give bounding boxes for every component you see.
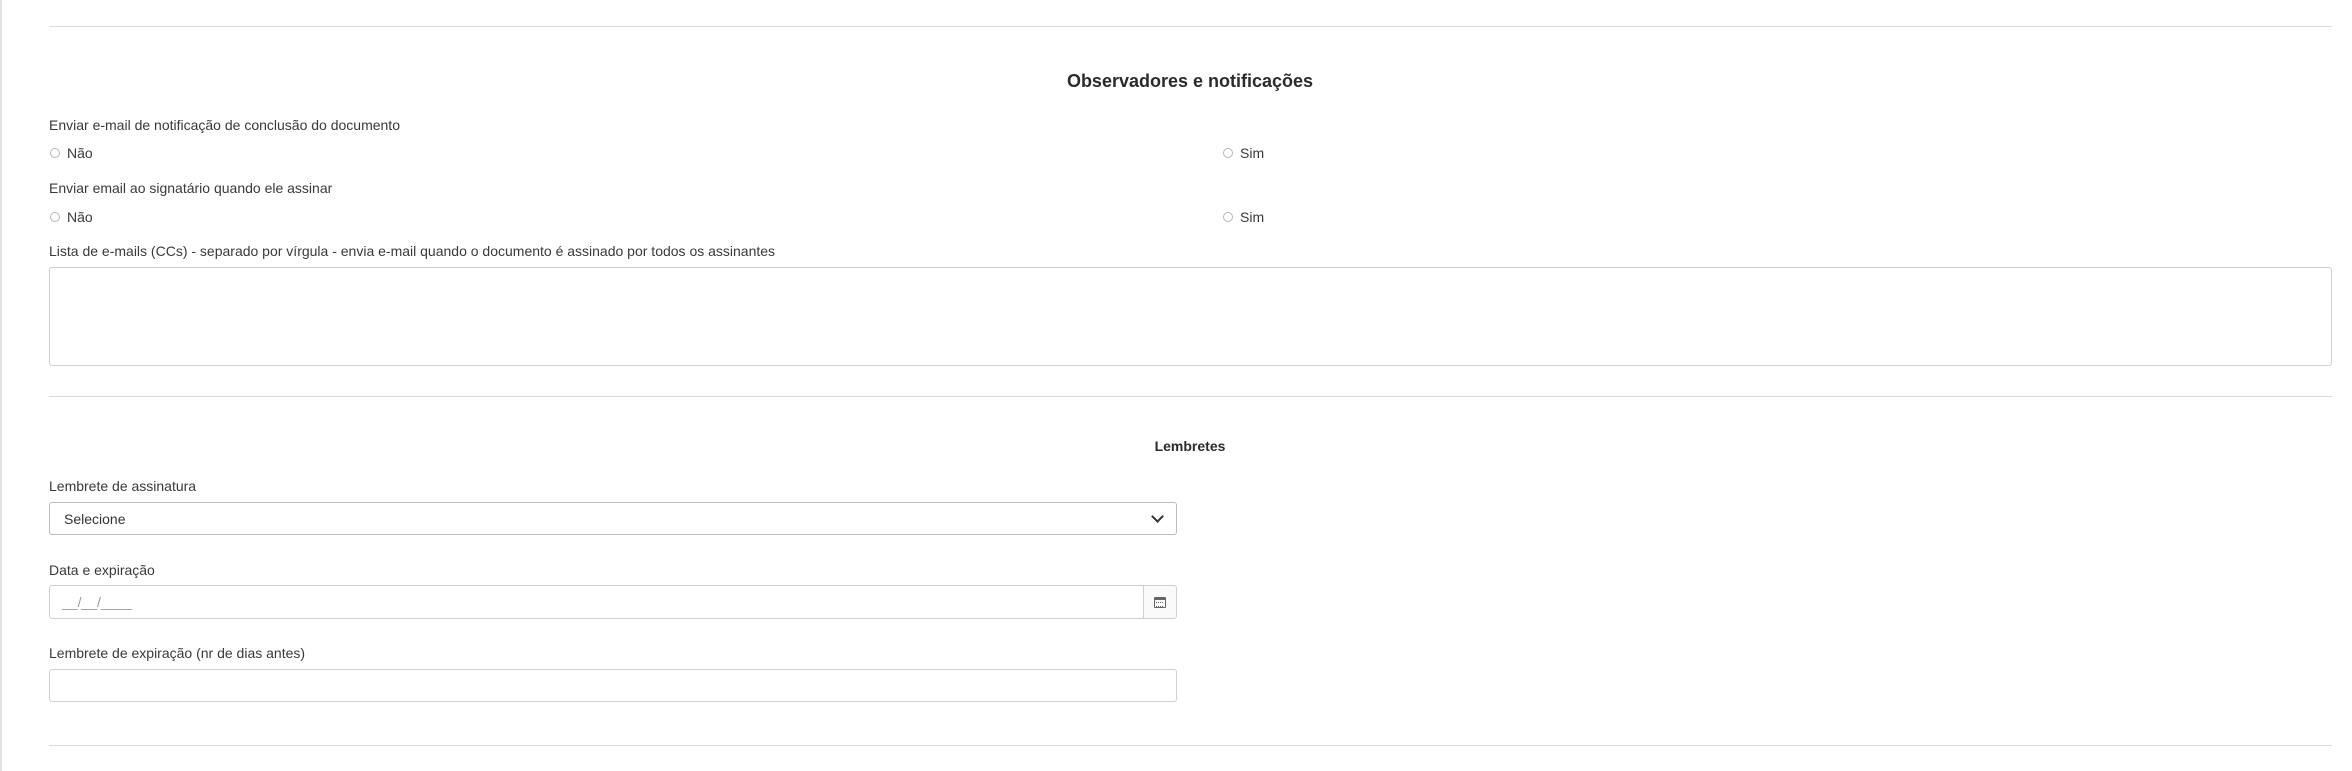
expiration-date-label: Data e expiração xyxy=(49,562,155,578)
radio-icon[interactable] xyxy=(50,212,60,222)
radio-icon[interactable] xyxy=(50,148,60,158)
divider-top xyxy=(49,26,2332,27)
section-title-observers: Observadores e notificações xyxy=(1066,71,1314,91)
cc-list-textarea[interactable] xyxy=(49,267,2332,366)
signature-reminder-selected: Selecione xyxy=(64,510,126,527)
expiration-date-input[interactable]: __/__/____ xyxy=(49,585,1143,619)
calendar-icon xyxy=(1154,596,1166,608)
radio-icon[interactable] xyxy=(1223,212,1233,222)
divider-middle xyxy=(49,396,2332,397)
signature-reminder-label: Lembrete de assinatura xyxy=(49,478,197,494)
notify-completion-label: Enviar e-mail de notificação de conclusã… xyxy=(49,117,400,133)
notify-signer-yes-option[interactable]: Sim xyxy=(1223,209,1264,225)
expiration-date-field: __/__/____ xyxy=(49,585,1177,619)
notify-signer-yes-label: Sim xyxy=(1240,209,1265,225)
notify-completion-yes-label: Sim xyxy=(1240,145,1265,161)
divider-bottom xyxy=(49,745,2332,746)
notify-signer-label: Enviar email ao signatário quando ele as… xyxy=(49,180,333,196)
section-title-reminders: Lembretes xyxy=(1154,438,1226,454)
calendar-button[interactable] xyxy=(1143,585,1177,619)
cc-list-label: Lista de e-mails (CCs) - separado por ví… xyxy=(49,243,776,259)
notify-completion-no-label: Não xyxy=(67,145,93,161)
left-border xyxy=(0,0,2,771)
expiration-reminder-input[interactable] xyxy=(49,669,1177,702)
notify-signer-no-option[interactable]: Não xyxy=(50,209,93,225)
notify-signer-no-label: Não xyxy=(67,209,93,225)
notify-completion-yes-option[interactable]: Sim xyxy=(1223,145,1264,161)
notify-completion-no-option[interactable]: Não xyxy=(50,145,93,161)
radio-icon[interactable] xyxy=(1223,148,1233,158)
signature-reminder-select[interactable]: Selecione xyxy=(49,502,1177,535)
chevron-down-icon xyxy=(1151,510,1164,523)
expiration-reminder-label: Lembrete de expiração (nr de dias antes) xyxy=(49,645,306,661)
